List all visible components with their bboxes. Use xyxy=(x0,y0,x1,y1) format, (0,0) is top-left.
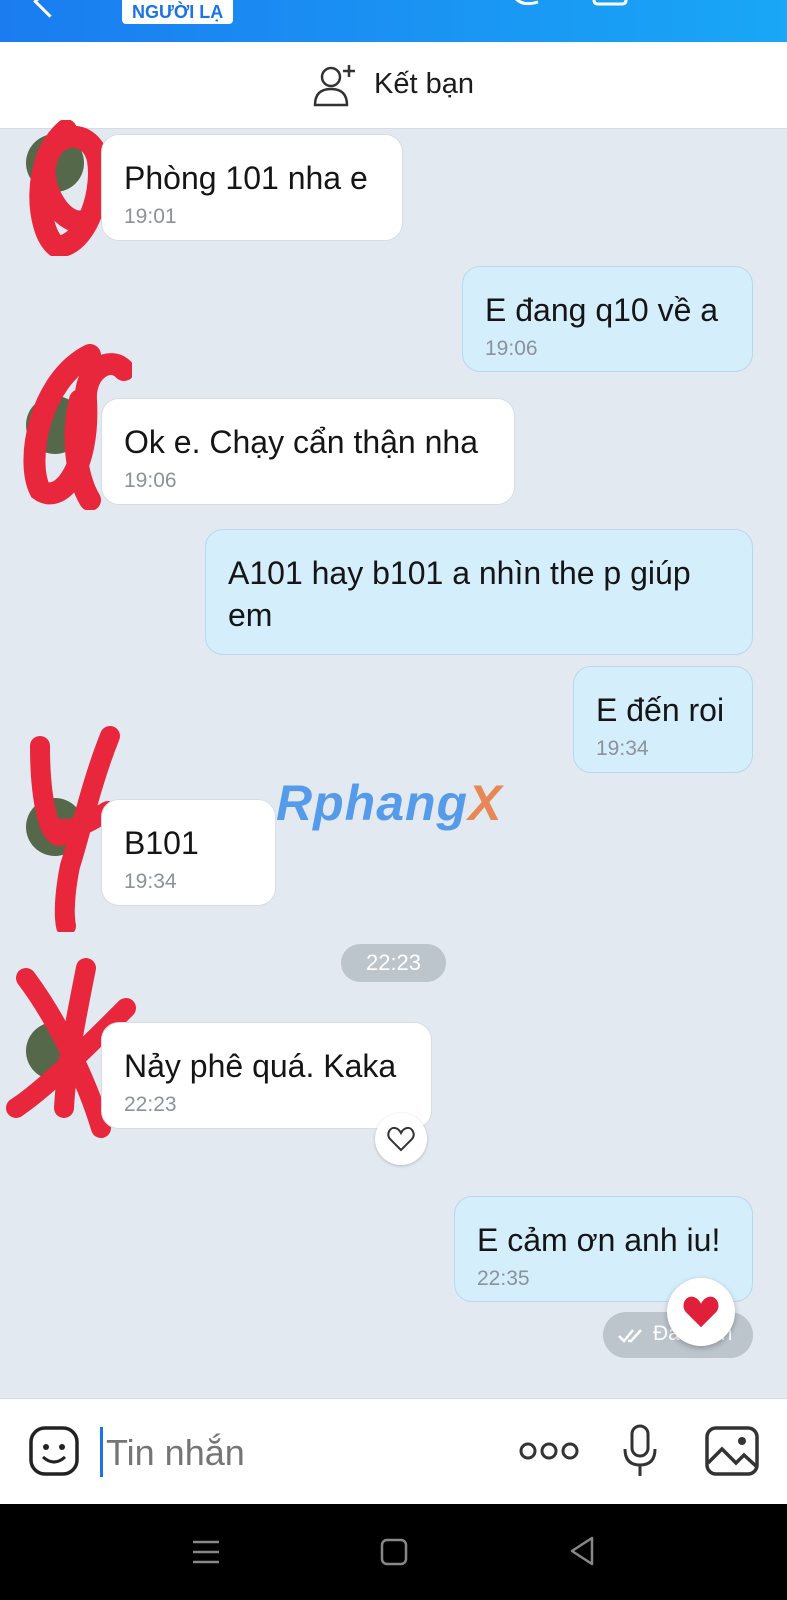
add-friend-label: Kết bạn xyxy=(374,68,474,100)
message-time: 19:06 xyxy=(485,337,538,360)
message-time: 19:34 xyxy=(124,870,177,893)
system-nav-bar xyxy=(0,1504,787,1600)
back-icon[interactable] xyxy=(568,1536,596,1566)
add-friend-icon xyxy=(313,65,355,107)
recent-apps-icon[interactable] xyxy=(192,1538,220,1566)
add-friend-bar[interactable]: Kết bạn xyxy=(0,42,787,129)
home-icon[interactable] xyxy=(380,1538,408,1566)
double-check-icon xyxy=(618,1329,642,1343)
image-gallery-icon[interactable] xyxy=(704,1425,760,1477)
more-options-icon[interactable] xyxy=(518,1439,580,1463)
message-bubble-incoming[interactable]: B101 19:34 xyxy=(101,799,276,906)
microphone-icon[interactable] xyxy=(620,1423,660,1479)
message-text: A101 hay b101 a nhìn the p giúp em xyxy=(228,555,691,633)
chat-header: NGƯỜI LẠ xyxy=(0,0,787,42)
redaction-scribble xyxy=(29,120,110,256)
message-bubble-outgoing[interactable]: E đang q10 về a 19:06 xyxy=(462,266,753,372)
watermark: RphangX xyxy=(276,775,503,831)
message-text: E đang q10 về a xyxy=(485,292,719,328)
react-heart-button[interactable] xyxy=(375,1113,427,1165)
sticker-icon[interactable] xyxy=(28,1425,80,1477)
message-input-bar xyxy=(0,1398,787,1505)
heart-outline-icon xyxy=(387,1126,415,1152)
back-arrow-icon[interactable] xyxy=(33,0,66,18)
message-text: Phòng 101 nha e xyxy=(124,160,368,196)
message-bubble-outgoing[interactable]: E đến roi 19:34 xyxy=(573,666,753,773)
message-bubble-outgoing[interactable]: A101 hay b101 a nhìn the p giúp em xyxy=(205,529,753,655)
heart-reaction[interactable] xyxy=(667,1278,735,1346)
message-input[interactable] xyxy=(100,1429,506,1477)
message-text: E cảm ơn anh iu! xyxy=(477,1222,721,1258)
message-text: Ok e. Chạy cẩn thận nha xyxy=(124,424,478,460)
menu-icon[interactable] xyxy=(698,0,742,12)
video-call-icon[interactable] xyxy=(592,0,640,12)
message-text: E đến roi xyxy=(596,692,725,728)
heart-icon xyxy=(683,1296,719,1328)
call-icon[interactable] xyxy=(508,0,544,12)
message-time: 19:01 xyxy=(124,205,177,228)
message-time: 19:34 xyxy=(596,737,649,760)
message-bubble-incoming[interactable]: Nảy phê quá. Kaka 22:23 xyxy=(101,1022,432,1129)
message-time: 19:06 xyxy=(124,469,177,492)
message-text: B101 xyxy=(124,825,199,861)
message-bubble-incoming[interactable]: Ok e. Chạy cẩn thận nha 19:06 xyxy=(101,398,515,505)
message-bubble-incoming[interactable]: Phòng 101 nha e 19:01 xyxy=(101,134,403,241)
message-text: Nảy phê quá. Kaka xyxy=(124,1048,397,1084)
message-time: 22:23 xyxy=(124,1093,177,1116)
stranger-badge: NGƯỜI LẠ xyxy=(122,0,234,24)
time-divider: 22:23 xyxy=(341,944,446,982)
